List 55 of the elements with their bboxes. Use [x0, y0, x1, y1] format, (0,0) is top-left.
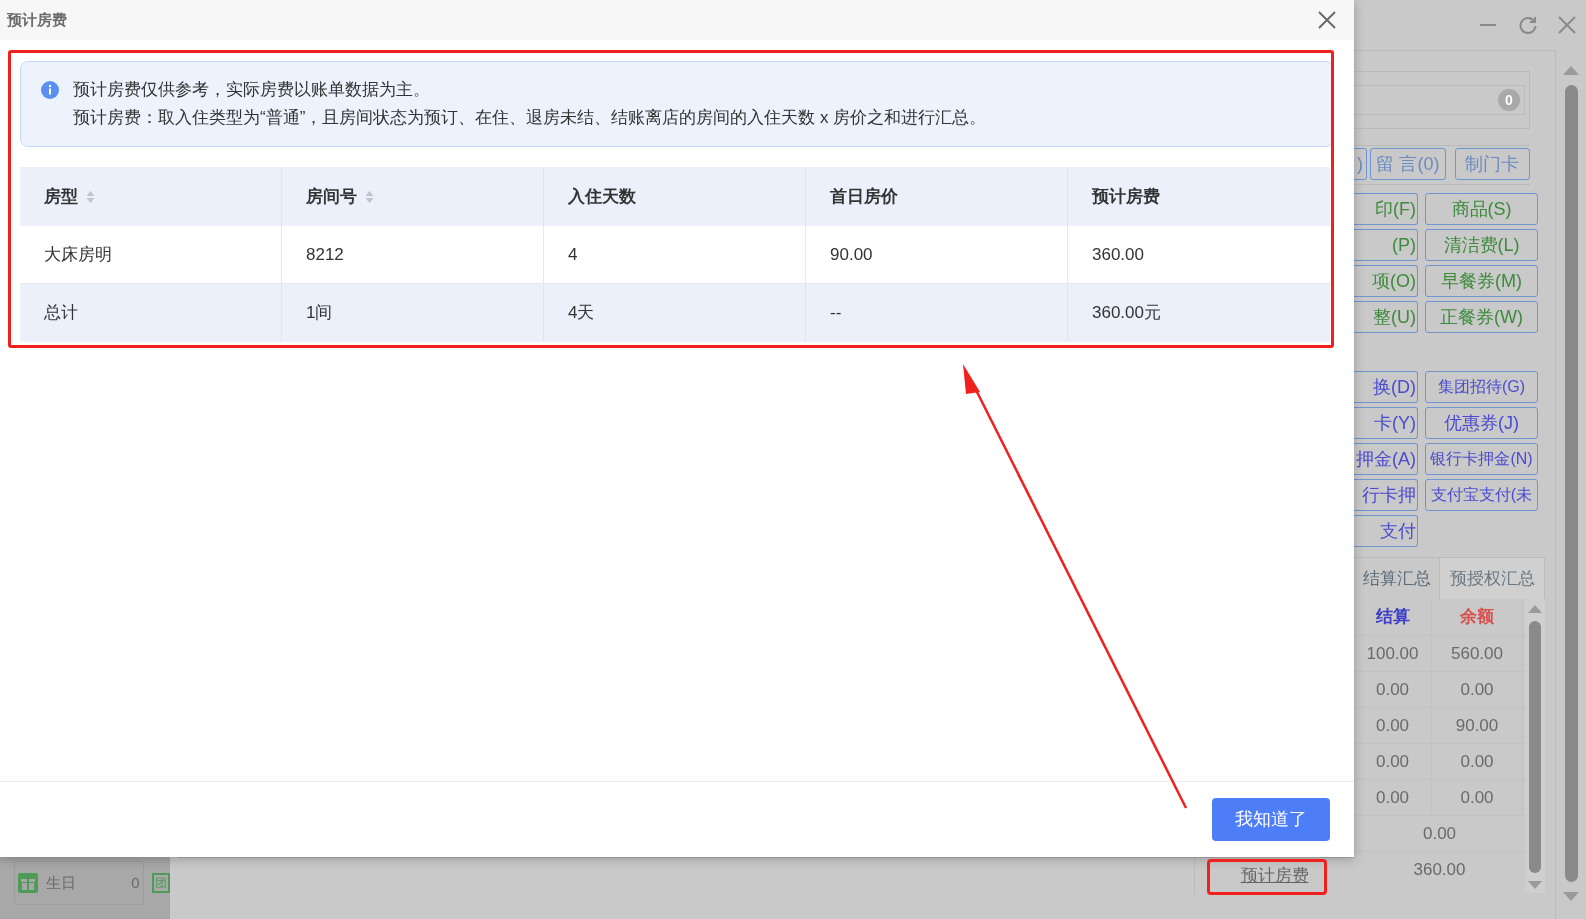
action-button[interactable]: 银行卡押金(N)	[1425, 443, 1538, 475]
sort-icon[interactable]	[86, 189, 95, 204]
table-cell-text: 0.00	[1422, 822, 1457, 845]
total-cell-text: 360.00元	[1092, 302, 1161, 325]
action-button[interactable]: 优惠券(J)	[1425, 407, 1538, 439]
total-cell-text: --	[830, 302, 842, 325]
column-header: 预计房费	[1092, 185, 1160, 208]
action-button[interactable]: 早餐券(M)	[1425, 265, 1538, 297]
table-cell-text: 4	[568, 243, 578, 266]
table-cell: 0.00	[1432, 672, 1523, 707]
gift-icon	[18, 873, 38, 893]
sidebar-label: 生日	[46, 872, 76, 893]
estimate-link[interactable]: 预计房费	[1240, 863, 1309, 889]
action-button[interactable]: 商品(S)	[1425, 193, 1538, 225]
notice-text: 预计房费：取入住类型为“普通”，且房间状态为预订、在住、退房未结、结账离店的房间的入住天数 x 房价之和进行汇总。	[73, 107, 987, 129]
table-cell: 0.00	[1432, 744, 1523, 779]
close-icon[interactable]	[1318, 11, 1336, 29]
table-cell: 90.00	[1432, 708, 1523, 743]
total-cell-text: 1间	[306, 302, 333, 325]
action-button[interactable]: 集团招待(G)	[1425, 371, 1538, 403]
action-button[interactable]: 支付宝支付(未	[1425, 479, 1538, 511]
notice-text: 预计房费仅供参考，实际房费以账单数据为主。	[73, 79, 431, 101]
action-button[interactable]: 制门卡	[1454, 148, 1530, 180]
scrollbar[interactable]	[1525, 599, 1545, 893]
refresh-icon[interactable]	[1518, 15, 1538, 35]
action-button[interactable]: 留 言(0)	[1370, 148, 1446, 180]
dialog-title: 预计房费	[7, 9, 67, 30]
table-cell: 560.00	[1432, 636, 1523, 671]
total-cell-text: 总计	[44, 302, 78, 325]
scroll-up-icon[interactable]	[1528, 605, 1542, 613]
column-header: 房型	[44, 185, 78, 208]
column-header: 入住天数	[568, 185, 636, 208]
table-cell-text: 90.00	[830, 243, 873, 266]
action-button[interactable]: 清洁费(L)	[1425, 229, 1538, 261]
info-icon	[41, 81, 59, 99]
summary-tab[interactable]: 预授权汇总	[1440, 558, 1545, 599]
table-cell-text: 360.00	[1413, 858, 1466, 881]
scroll-down-icon[interactable]	[1528, 881, 1542, 889]
table-cell: 0.00	[1432, 780, 1523, 815]
table-cell-text: 8212	[306, 243, 344, 266]
sort-icon[interactable]	[365, 189, 374, 204]
group-icon: 团	[151, 873, 170, 893]
confirm-button[interactable]: 我知道了	[1212, 798, 1330, 841]
table-cell-text: 360.00	[1092, 243, 1144, 266]
column-header: 余额	[1432, 599, 1523, 635]
table-cell-text: 大床房明	[44, 243, 112, 266]
total-cell-text: 4天	[568, 302, 595, 325]
column-header: 房间号	[306, 185, 357, 208]
scroll-down-icon[interactable]	[1563, 892, 1579, 901]
message-field[interactable]: 0	[1354, 85, 1525, 115]
sidebar-count: 0	[131, 872, 140, 893]
count-badge: 0	[1498, 89, 1520, 111]
scroll-up-icon[interactable]	[1563, 66, 1579, 75]
action-button[interactable]: 正餐券(W)	[1425, 301, 1538, 333]
column-header: 首日房价	[830, 185, 898, 208]
